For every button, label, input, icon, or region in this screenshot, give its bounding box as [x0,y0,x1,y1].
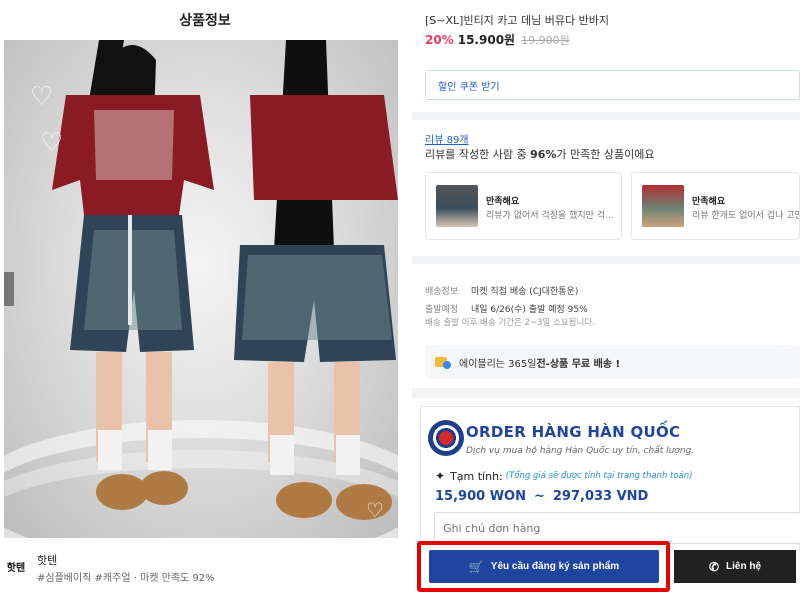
estimate-row: ✦ Tạm tính: (Tổng giá sẽ được tính tại t… [435,469,693,483]
divider [412,256,800,264]
order-service-logo [428,420,464,456]
shipping-eta-key: 출발예정 [425,305,459,315]
heart-icon: ♡ [40,128,64,158]
price-row: 20% 15.900원 19.900원 [425,31,570,48]
free-shipping-text: 에이블리는 365일 [459,358,537,370]
request-product-button[interactable]: 🛒 Yêu cầu đăng ký sản phẩm [429,550,659,583]
order-note-input[interactable] [434,512,800,544]
free-shipping-banner: 에이블리는 365일 전-상품 무료 배송 ! [425,345,800,379]
section-title: 상품정보 [179,13,231,29]
review-card[interactable]: 만족해요 리뷰 한개도 없어서 겁나 고민 [631,172,800,240]
shipping-eta-value: 내일 6/26(수) 출발 예정 95% [471,305,588,315]
review-summary-text: 가 만족한 상품이에요 [556,148,655,161]
review-rating-label: 만족해요 [692,197,726,207]
request-product-label: Yêu cầu đăng ký sản phẩm [490,561,620,572]
original-price: 19.900원 [521,34,570,47]
review-thumbnail [642,185,684,227]
price-won: 15,900 WON [435,489,526,504]
box-icon [435,355,451,369]
brand-name[interactable]: 핫텐 [37,552,57,568]
price-vnd: 297,033 VND [552,489,649,504]
product-image-panel: 상품정보 ♡ ♡ ♡ 핫텐 핫텐 #심플베이직 #캐주얼 · 마켓 만족도 92… [0,0,410,600]
product-model-illustration [52,40,398,520]
review-summary-percent: 96% [530,148,557,161]
prev-image-arrow[interactable] [4,272,14,306]
phone-icon: ✆ [708,559,720,574]
order-widget: ORDER HÀNG HÀN QUỐC Dịch vụ mua hộ hàng … [420,406,800,550]
review-card[interactable]: 만족해요 리뷰가 없어서 걱정을 했지만 걱... [425,172,622,240]
estimate-hint: (Tổng giá sẽ được tính tại trang thanh t… [505,471,693,481]
divider [412,388,800,398]
shipping-info-key: 배송정보 [425,287,459,297]
discount-rate: 20% [425,33,454,47]
review-count-link[interactable]: 리뷰 89개 [425,131,469,146]
product-photo[interactable]: ♡ ♡ ♡ [4,40,398,538]
sale-price: 15.900원 [457,33,516,47]
review-summary-text: 리뷰를 작성한 사람 중 [425,148,531,161]
shipping-info-row: 배송정보 마켓 직접 배송 (CJ대한통운) [425,284,578,297]
review-thumbnail [436,185,478,227]
shipping-eta-row: 출발예정 내일 6/26(수) 출발 예정 95% [425,302,588,315]
cart-icon: 🛒 [468,559,484,574]
contact-label: Liên hệ [726,561,762,572]
product-title: [S~XL]빈티지 카고 데님 버뮤다 반바지 [425,14,609,27]
brand-tags: #심플베이직 #캐주얼 · 마켓 만족도 92% [37,573,215,584]
brand-logo[interactable]: 핫텐 [4,551,28,581]
heart-icon: ♡ [30,82,54,112]
sparkle-icon: ✦ [435,469,446,483]
review-text: 리뷰가 없어서 걱정을 했지만 걱... [486,211,614,221]
estimate-label: Tạm tính: [450,469,503,483]
heart-icon: ♡ [366,498,384,522]
order-subtitle: Dịch vụ mua hộ hàng Hàn Quốc uy tín, chấ… [466,446,695,456]
free-shipping-bold: 전-상품 무료 배송 ! [536,358,621,370]
shipping-note: 배송 출발 이후 배송 기간은 2~3일 소요됩니다. [425,318,595,328]
order-title: ORDER HÀNG HÀN QUỐC [466,423,681,441]
coupon-button[interactable]: 할인 쿠폰 받기 [425,70,800,100]
product-info-panel: [S~XL]빈티지 카고 데님 버뮤다 반바지 20% 15.900원 19.900… [412,0,800,600]
shipping-info-value: 마켓 직접 배송 (CJ대한통운) [471,287,579,297]
price-tilde: ~ [533,489,545,504]
contact-button[interactable]: ✆ Liên hệ [674,550,796,583]
divider [412,112,800,120]
review-text: 리뷰 한개도 없어서 겁나 고민 [692,211,800,221]
estimate-price: 15,900 WON ~297,033 VND [435,489,648,504]
review-summary: 리뷰를 작성한 사람 중 96%가 만족한 상품이에요 [425,146,655,162]
review-rating-label: 만족해요 [486,197,520,207]
